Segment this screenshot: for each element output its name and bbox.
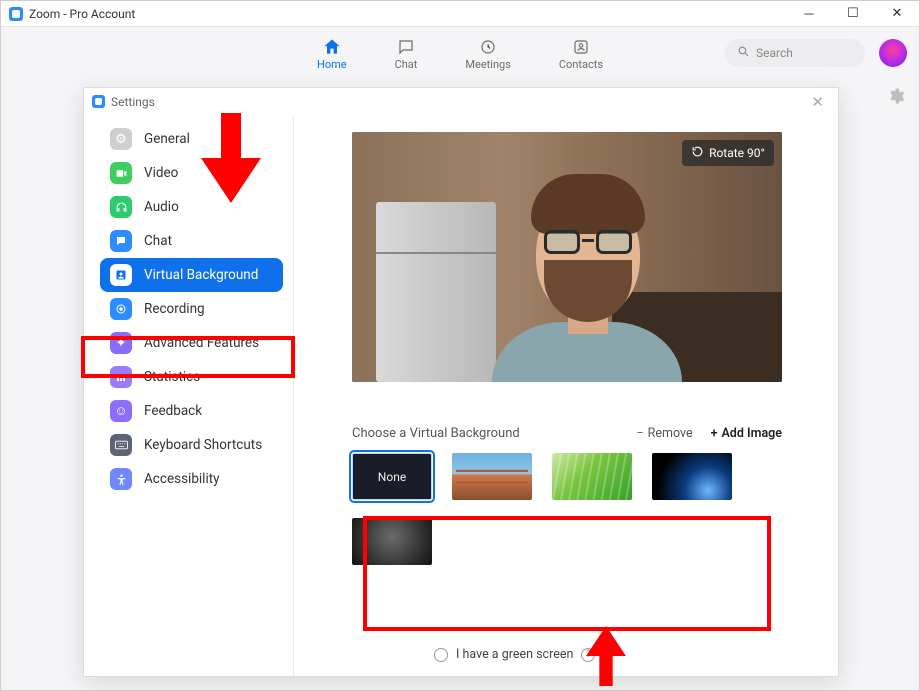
search-placeholder: Search [756,46,793,60]
video-preview: Rotate 90° [352,132,782,382]
maximize-button[interactable]: ☐ [831,1,875,27]
virtual-background-panel: Rotate 90° Choose a Virtual Background −… [294,116,838,676]
settings-gear-button[interactable] [887,87,905,109]
settings-title: Settings [111,95,155,109]
settings-titlebar: Settings ✕ [84,88,838,116]
zoom-app-icon [9,7,23,21]
nav-tab-contacts[interactable]: Contacts [559,37,603,71]
choose-background-label: Choose a Virtual Background [352,426,520,441]
sidebar-item-label: Feedback [144,403,202,419]
keyboard-icon [110,434,132,456]
portrait-box-icon [110,264,132,286]
sidebar-item-label: General [144,131,190,147]
background-option-blur[interactable] [352,518,432,565]
search-input[interactable]: Search [725,39,865,67]
main-toolbar: Home Chat Meetings Contacts [1,27,919,81]
sidebar-item-label: Virtual Background [144,267,258,283]
sidebar-item-label: Accessibility [144,471,220,487]
sidebar-item-recording[interactable]: Recording [100,292,283,326]
sidebar-item-label: Recording [144,301,205,317]
background-option-grass[interactable] [552,453,632,500]
sidebar-item-keyboard-shortcuts[interactable]: Keyboard Shortcuts [100,428,283,462]
settings-sidebar: ⚙ General Video Audio [84,116,294,676]
avatar[interactable] [879,39,907,67]
minus-icon: − [637,426,644,441]
person-box-icon [571,37,591,57]
titlebar: Zoom - Pro Account ─ ☐ ✕ [1,1,919,27]
sidebar-item-audio[interactable]: Audio [100,190,283,224]
plus-icon: + [711,426,718,441]
sidebar-item-chat[interactable]: Chat [100,224,283,258]
sidebar-item-label: Video [144,165,178,181]
sidebar-item-virtual-background[interactable]: Virtual Background [100,258,283,292]
smiley-icon: ☺ [110,400,132,422]
bar-chart-icon [110,366,132,388]
remove-background-button[interactable]: − Remove [637,426,693,441]
rotate-label: Rotate 90° [709,146,765,160]
settings-window: Settings ✕ ⚙ General Video [83,87,839,677]
chat-bubble-icon [396,37,416,57]
minimize-button[interactable]: ─ [787,1,831,27]
sidebar-item-label: Statistics [144,369,200,385]
chat-bubble-icon [110,230,132,252]
rotate-90-button[interactable]: Rotate 90° [682,140,774,166]
nav-tab-chat[interactable]: Chat [395,37,418,71]
headphones-icon [110,196,132,218]
zoom-app-icon [92,95,105,108]
nav-tab-label: Home [317,58,347,71]
add-image-button[interactable]: + Add Image [711,426,782,441]
sidebar-item-label: Advanced Features [144,335,259,351]
video-camera-icon [110,162,132,184]
sidebar-item-label: Audio [144,199,179,215]
sparkle-icon: ✦ [110,332,132,354]
nav-tab-label: Chat [395,58,418,71]
background-option-none[interactable]: None [352,453,432,500]
close-button[interactable]: ✕ [875,1,919,27]
clock-icon [478,37,498,57]
background-thumbnails: None [352,453,752,565]
window-title: Zoom - Pro Account [29,7,135,21]
help-icon[interactable]: ? [581,648,595,662]
rotate-icon [691,145,704,161]
sidebar-item-video[interactable]: Video [100,156,283,190]
green-screen-row: I have a green screen ? [434,647,595,662]
background-option-bridge[interactable] [452,453,532,500]
settings-close-button[interactable]: ✕ [805,91,830,113]
sidebar-item-statistics[interactable]: Statistics [100,360,283,394]
sidebar-item-label: Keyboard Shortcuts [144,437,262,453]
sidebar-item-accessibility[interactable]: Accessibility [100,462,283,496]
nav-tab-label: Contacts [559,58,603,71]
app-window: Zoom - Pro Account ─ ☐ ✕ Home Chat [0,0,920,691]
sidebar-item-label: Chat [144,233,172,249]
background-option-space[interactable] [652,453,732,500]
search-icon [737,45,750,61]
sidebar-item-feedback[interactable]: ☺ Feedback [100,394,283,428]
home-icon [322,37,342,57]
nav-tab-meetings[interactable]: Meetings [465,37,510,71]
webcam-feed [352,132,782,382]
sidebar-item-general[interactable]: ⚙ General [100,122,283,156]
accessibility-icon [110,468,132,490]
gear-icon: ⚙ [110,128,132,150]
remove-label: Remove [648,426,693,441]
nav-tab-label: Meetings [465,58,510,71]
green-screen-checkbox[interactable] [434,648,448,662]
record-disc-icon [110,298,132,320]
none-label: None [378,470,406,484]
green-screen-label: I have a green screen [456,647,573,662]
nav-tab-home[interactable]: Home [317,37,347,71]
sidebar-item-advanced-features[interactable]: ✦ Advanced Features [100,326,283,360]
add-image-label: Add Image [721,426,782,441]
